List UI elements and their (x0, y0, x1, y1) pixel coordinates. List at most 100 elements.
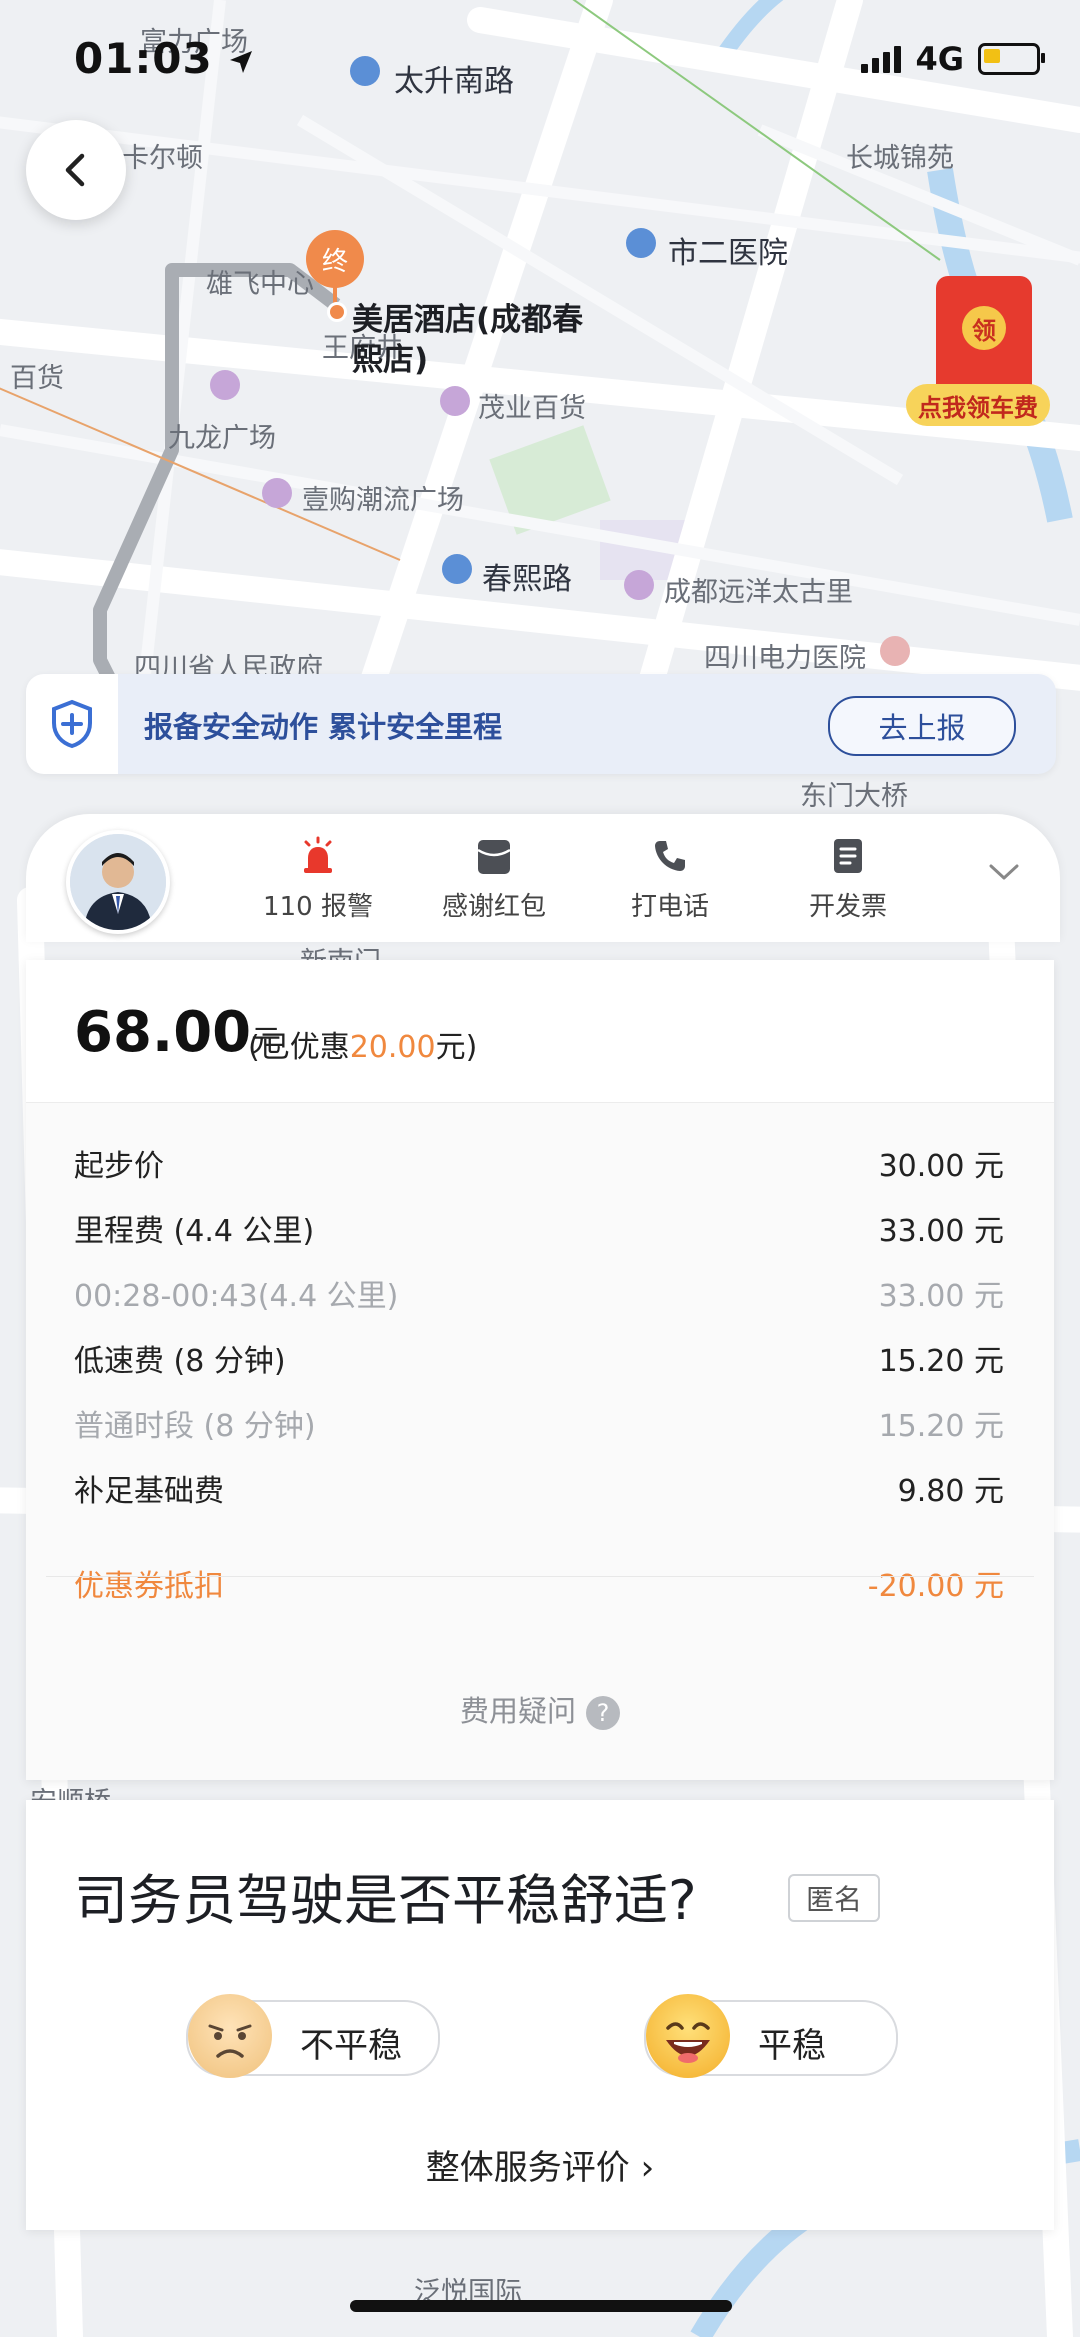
destination-pin[interactable]: 终 (306, 230, 364, 288)
map-label: 成都远洋太古里 (664, 577, 853, 608)
fare-row: 里程费 (4.4 公里) 33.00 元 (74, 1195, 1004, 1260)
poi-icon (442, 554, 472, 584)
status-time-text: 01:03 (74, 34, 213, 83)
divider (46, 1576, 1034, 1577)
rating-card: 司务员驾驶是否平稳舒适? 匿名 不平稳 平稳 整体服务评价 › (26, 1800, 1054, 2230)
red-envelope-icon (477, 840, 511, 874)
map-label: 壹购潮流广场 (302, 485, 464, 516)
driver-avatar[interactable] (66, 830, 170, 934)
status-time: 01:03 (74, 34, 254, 83)
destination-name: 美居酒店(成都春熙店) (352, 302, 584, 378)
network-type: 4G (915, 40, 964, 78)
destination-dot (327, 302, 347, 322)
discount-prefix: (已优惠 (248, 1030, 350, 1065)
coupon-row: 优惠券抵扣 -20.00 元 (74, 1550, 1004, 1615)
fare-row: 低速费 (8 分钟) 15.20 元 (74, 1325, 1004, 1390)
poi-icon (262, 478, 292, 508)
fare-row-value: 9.80 元 (897, 1473, 1004, 1509)
fare-row-value: 30.00 元 (878, 1148, 1004, 1184)
smooth-label: 平稳 (758, 2026, 826, 2066)
not-smooth-label: 不平稳 (300, 2026, 402, 2066)
map-label: 雄飞中心 (206, 269, 314, 300)
location-arrow-icon (230, 50, 253, 73)
call-label: 打电话 (630, 892, 709, 922)
expand-button[interactable] (988, 862, 1020, 886)
map-label: 春熙路 (482, 562, 572, 597)
red-packet-button[interactable]: 领 点我领车费 (906, 276, 1050, 432)
invoice-icon (834, 839, 862, 873)
chevron-left-icon (65, 153, 85, 187)
poi-icon (880, 636, 910, 666)
poi-icon (626, 228, 656, 258)
safety-text: 报备安全动作 累计安全里程 (144, 710, 503, 744)
fare-header: 68.00元 (已优惠20.00元) (26, 960, 1054, 1103)
alarm-110-button[interactable]: 110 报警 (238, 836, 398, 923)
driver-photo (70, 834, 166, 930)
fare-subrow: 00:28-00:43(4.4 公里) 33.00 元 (74, 1260, 1004, 1325)
map-label: 卡尔顿 (122, 143, 203, 174)
fare-discount: (已优惠20.00元) (248, 1022, 477, 1066)
invoice-label: 开发票 (808, 892, 887, 922)
poi-icon (350, 56, 380, 86)
map-label: 太升南路 (394, 64, 514, 99)
map-label: 四川电力医院 (704, 643, 866, 674)
status-right: 4G (861, 40, 1045, 78)
thank-redpacket-button[interactable]: 感谢红包 (414, 836, 574, 923)
smooth-button[interactable]: 平稳 (644, 1994, 898, 2078)
coupon-value: -20.00 元 (867, 1568, 1004, 1604)
phone-icon (655, 841, 685, 871)
alarm-label: 110 报警 (263, 892, 373, 922)
fare-rows: 起步价 30.00 元 里程费 (4.4 公里) 33.00 元 00:28-0… (74, 1130, 1004, 1615)
driver-action-bar: 110 报警 感谢红包 打电话 开发票 (26, 814, 1060, 942)
chevron-down-icon (989, 864, 1019, 880)
map-label: 百货 (10, 363, 64, 394)
fare-row-label: 起步价 (74, 1148, 164, 1184)
map-label: 东门大桥 (800, 781, 908, 812)
sad-face-icon (188, 1994, 272, 2078)
fare-subrow: 普通时段 (8 分钟) 15.20 元 (74, 1390, 1004, 1455)
fare-row-label: 00:28-00:43(4.4 公里) (74, 1278, 399, 1314)
fare-row-label: 低速费 (8 分钟) (74, 1343, 286, 1379)
safety-icon-box (26, 674, 118, 774)
not-smooth-button[interactable]: 不平稳 (186, 1994, 440, 2078)
map-label: 长城锦苑 (846, 143, 954, 174)
battery-icon (978, 43, 1045, 75)
question-icon: ? (586, 1696, 620, 1730)
safety-banner[interactable]: 报备安全动作 累计安全里程 去上报 (26, 674, 1056, 774)
shield-plus-icon (52, 699, 92, 749)
discount-suffix: 元) (435, 1030, 478, 1065)
fee-question-label: 费用疑问 (459, 1694, 576, 1728)
poi-icon (210, 370, 240, 400)
map-label: 九龙广场 (168, 423, 276, 454)
red-packet-label: 点我领车费 (906, 384, 1050, 426)
discount-amount: 20.00 (349, 1030, 436, 1065)
thank-redpacket-label: 感谢红包 (441, 892, 546, 922)
back-button[interactable] (26, 120, 126, 220)
map-label: 茂业百货 (478, 393, 586, 424)
fee-question-link[interactable]: 费用疑问? (26, 1688, 1054, 1730)
fare-row-label: 普通时段 (8 分钟) (74, 1408, 316, 1444)
fare-row-label: 里程费 (4.4 公里) (74, 1213, 315, 1249)
poi-icon (440, 386, 470, 416)
poi-icon (624, 570, 654, 600)
map-label: 市二医院 (668, 236, 788, 271)
fare-total-amount: 68.00 (74, 1000, 252, 1065)
fare-row-label: 补足基础费 (74, 1473, 224, 1509)
signal-icon (861, 45, 902, 73)
fare-row-value: 15.20 元 (878, 1408, 1004, 1444)
home-indicator[interactable] (350, 2300, 732, 2312)
overall-service-rating-link[interactable]: 整体服务评价 › (26, 2140, 1054, 2189)
fare-detail-card: 68.00元 (已优惠20.00元) 起步价 30.00 元 里程费 (4.4 … (26, 960, 1054, 1780)
alarm-icon (304, 836, 332, 873)
fare-row-value: 15.20 元 (878, 1343, 1004, 1379)
fare-row-value: 33.00 元 (878, 1278, 1004, 1314)
report-button[interactable]: 去上报 (828, 696, 1016, 756)
anonymous-badge: 匿名 (788, 1874, 880, 1922)
red-packet-coin: 领 (962, 306, 1006, 350)
fare-row: 起步价 30.00 元 (74, 1130, 1004, 1195)
fare-row: 补足基础费 9.80 元 (74, 1455, 1004, 1520)
call-button[interactable]: 打电话 (590, 836, 750, 923)
coupon-label: 优惠券抵扣 (74, 1568, 224, 1604)
invoice-button[interactable]: 开发票 (768, 836, 928, 923)
rating-question: 司务员驾驶是否平稳舒适? (74, 1869, 697, 1932)
